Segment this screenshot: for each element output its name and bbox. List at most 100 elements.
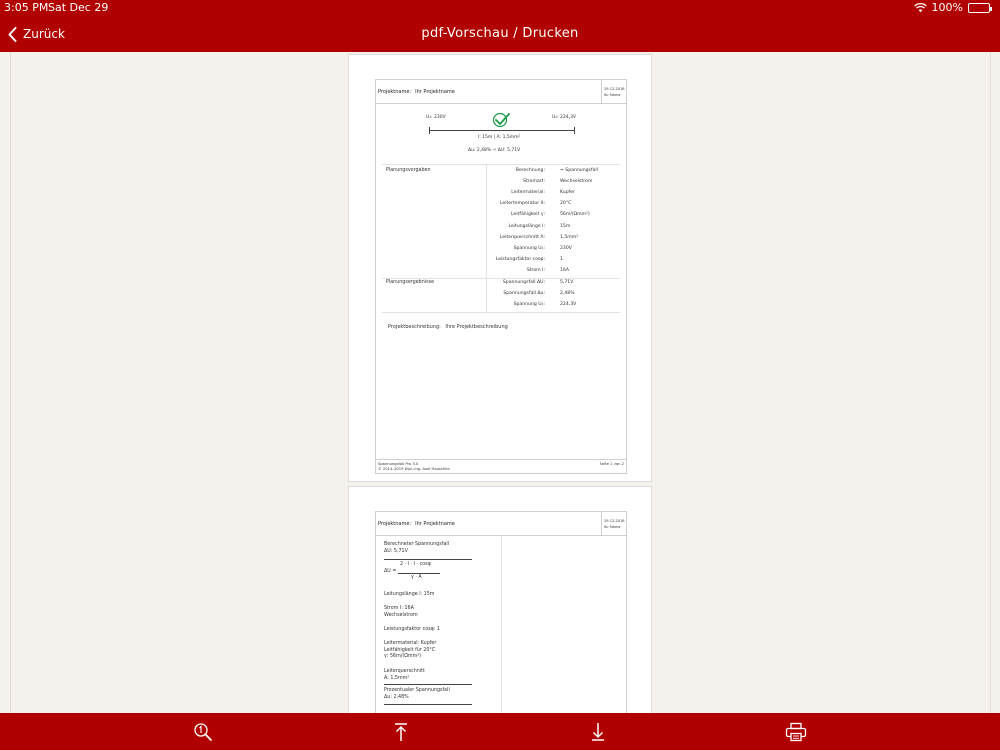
section-divider [382,312,620,313]
page-title: pdf-Vorschau / Drucken [421,26,579,41]
row-key: Spannung U₂: [513,302,545,308]
table-row: Stromart: Wechselstrom [384,176,620,187]
row-key: Strom I: [526,267,545,273]
project-description: Projektbeschreibung: Ihre Projektbeschre… [388,324,508,330]
calc-separator [384,559,472,560]
status-date: Sat Dec 29 [48,1,109,14]
calc-title-line-1: Berechneter Spannungsfall [384,542,450,547]
row-value: 230V [560,245,572,251]
u1-label: U₁: 230V [426,115,446,120]
calc-length: Leitungslänge l: 15m [384,592,435,597]
row-value: 15m [560,223,571,229]
project-name-label: Projektname: [378,520,412,527]
calc-percent-line-2: Δu: 2,48% [384,694,409,700]
bottom-toolbar [0,713,1000,750]
cable-start-tick [429,127,430,134]
row-value: 1 [560,256,563,262]
wifi-icon [913,2,927,12]
status-right: 100% [913,1,992,14]
table-row: Leitfähigkeit γ: 56m/(Ωmm²) [384,209,620,220]
row-key: Stromart: [523,179,545,185]
calc-material-line-3: γ: 56m/(Ωmm²) [384,654,422,660]
page-1-frame: Projektname: Ihr Projektname 29.12.2018 … [375,79,627,474]
table-row: Spannung U₂: 224,3V [384,299,620,310]
gutter-line-right [990,52,991,713]
calc-power-factor: Leistungsfaktor cosφ: 1 [384,627,441,632]
row-value: 224,3V [560,302,577,308]
calc-material-line-1: Leitermaterial: Kupfer [384,641,437,646]
scroll-to-top-button[interactable] [389,720,413,744]
table-row: Spannungsfall ΔU: 5,71V [384,277,620,288]
status-bar: 3:05 PM Sat Dec 29 100% [0,0,1000,16]
table-row: Spannungsfall Δu: 2,48% [384,288,620,299]
row-key: Berechnung: [515,168,545,173]
row-value: 1,5mm² [560,234,579,240]
pdf-page-1: Projektname: Ihr Projektname 29.12.2018 … [348,54,652,482]
row-key: Spannungsfall Δu: [503,291,545,297]
calc-percent: Prozentualer Spannungsfall Δu: 2,48% [384,688,450,701]
calc-current-line-1: Strom I: 16A [384,606,414,611]
calc-cross-section: Leiterquerschnitt A: 1,5mm² [384,669,425,682]
drop-summary: Δu: 2,48% ⇨ ΔU: 5,71V [468,148,521,153]
calc-title: Berechneter Spannungsfall ΔU: 5,71V [384,542,449,555]
row-key: Leitertemperatur ϑ: [499,201,545,207]
row-value: 20°C [560,201,572,207]
row-key: Leiterquerschnitt A: [499,234,545,240]
row-key: Leistungsfaktor cosφ: [495,256,545,262]
project-name-value: Ihr Projektname [415,520,455,527]
voltage-drop-diagram: U₁: 230V U₂: 224,3V l: 15m | A: 1,5mm² Δ… [376,104,626,162]
u2-label: U₂: 224,3V [552,115,577,120]
calc-separator [384,704,472,705]
row-key: Leitungslänge l: [508,223,545,229]
calc-current: Strom I: 16A Wechselstrom [384,606,418,619]
table-row: Berechnung: ⇨ Spannungsfall [384,165,620,176]
row-key: Leitermaterial: [511,190,545,196]
formula-denominator: γ · A [411,575,422,580]
row-key: Spannungsfall ΔU: [502,280,545,285]
battery-percent: 100% [931,1,963,14]
app: 3:05 PM Sat Dec 29 100% Zurück pdf-Vorsc… [0,0,1000,750]
row-key: Leitfähigkeit γ: [510,212,545,218]
description-value: Ihre Projektbeschreibung [445,324,508,330]
row-value: Kupfer [560,190,575,196]
column-divider [501,536,502,713]
table-row: Leitermaterial: Kupfer [384,187,620,198]
header-name: Ihr Name [604,525,621,529]
page-2-frame: Projektname: Ihr Projektname 29.12.2018 … [375,511,627,713]
row-value: 16A [560,267,569,273]
scroll-to-top-icon [395,723,407,741]
footer-page-number: Seite 1 von 2 [599,462,624,466]
project-name-label: Projektname: [378,88,412,95]
battery-icon [968,2,992,13]
download-button[interactable] [586,720,610,744]
status-time: 3:05 PM [4,1,49,14]
check-icon [492,112,510,128]
pdf-viewer[interactable]: Projektname: Ihr Projektname 29.12.2018 … [0,52,1000,713]
print-button[interactable] [784,720,808,744]
footer-copyright: © 2014–2019 Dipl.-Ing. Axel Hauschild [378,467,450,471]
header-name: Ihr Name [604,93,621,97]
pdf-page-2: Projektname: Ihr Projektname 29.12.2018 … [348,486,652,713]
table-row: Leistungsfaktor cosφ: 1 [384,254,620,265]
row-value: ⇨ Spannungsfall [560,168,598,173]
calc-title-line-2: ΔU: 5,71V [384,548,408,554]
table-row: Spannung U₁: 230V [384,243,620,254]
project-name-value: Ihr Projektname [415,88,455,95]
table-row: Strom I: 16A [384,265,620,276]
calc-cross-section-line-2: A: 1,5mm² [384,675,410,681]
cable-end-tick [574,127,575,134]
calc-percent-line-1: Prozentualer Spannungsfall [384,688,450,693]
download-icon [592,723,604,741]
row-value: Wechselstrom [560,179,593,185]
zoom-button[interactable] [191,720,215,744]
page-1-header: Projektname: Ihr Projektname 29.12.2018 … [376,80,626,104]
table-row: Leitertemperatur ϑ: 20°C [384,198,620,209]
description-label: Projektbeschreibung: [388,324,441,330]
formula-numerator: 2 · l · I · cosφ [400,562,431,567]
formula-lhs: ΔU = [384,569,397,574]
row-value: 5,71V [560,280,574,285]
zoom-icon [194,723,212,741]
fraction-bar [398,573,440,574]
gutter-line-left [10,52,11,713]
table-row: Leitungslänge l: 15m [384,221,620,232]
